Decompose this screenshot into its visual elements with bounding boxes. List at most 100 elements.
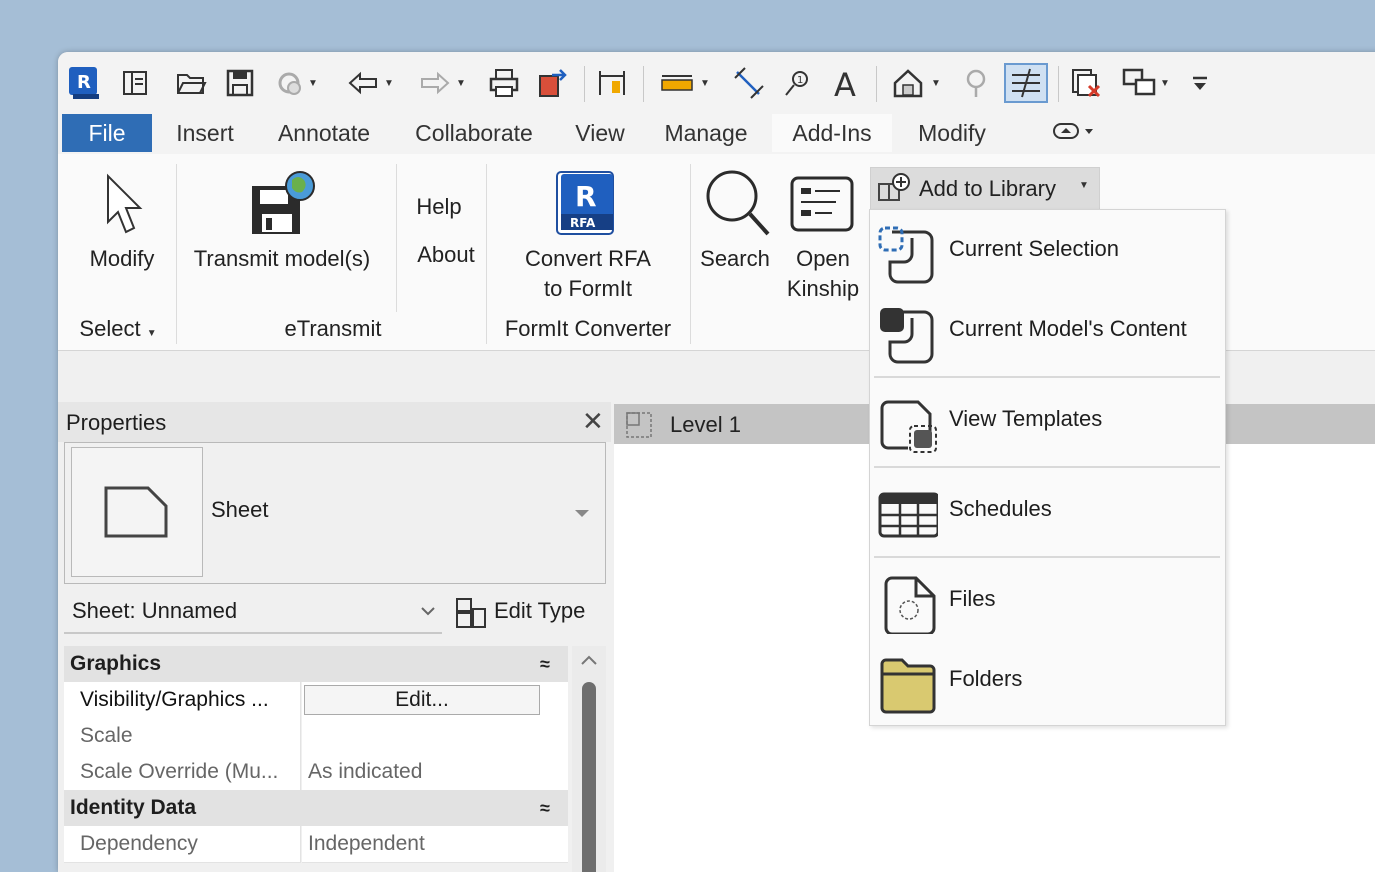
group-divider — [176, 164, 177, 344]
menu-item-label: Current Selection — [949, 236, 1119, 261]
property-value[interactable] — [302, 718, 568, 755]
add-to-library-button[interactable]: Add to Library ▼ — [870, 167, 1100, 211]
edit-type-button[interactable]: Edit Type — [450, 592, 600, 632]
modify-label: Modify — [89, 246, 155, 271]
group-divider — [690, 164, 691, 344]
tab-collaborate[interactable]: Collaborate — [402, 114, 546, 152]
type-selector[interactable]: Sheet — [64, 442, 606, 584]
sync-icon[interactable]: ▼ — [266, 68, 326, 98]
print-icon[interactable] — [484, 68, 524, 98]
select-group-dropdown[interactable]: Select ▼ — [68, 314, 168, 344]
kinship-panel-icon — [790, 176, 854, 232]
section-icon[interactable] — [956, 68, 996, 98]
category-identity-data[interactable]: Identity Data ≈ — [64, 790, 568, 826]
edit-type-icon — [456, 598, 486, 628]
tab-view[interactable]: View — [562, 114, 638, 152]
save-icon[interactable] — [222, 68, 258, 98]
open-folder-icon[interactable] — [173, 68, 209, 98]
toolbar-divider — [584, 66, 585, 102]
about-button[interactable]: About — [404, 240, 488, 270]
svg-text:A: A — [834, 66, 856, 100]
scroll-thumb[interactable] — [582, 682, 596, 872]
menu-item-schedules[interactable]: Schedules — [870, 474, 1225, 550]
svg-text:R: R — [77, 72, 91, 93]
instance-label: Sheet: Unnamed — [72, 598, 238, 623]
chevron-down-icon — [575, 510, 589, 517]
properties-title: Properties — [66, 410, 167, 435]
cursor-arrow-icon — [107, 173, 143, 234]
svg-text:R: R — [575, 180, 597, 213]
search-button[interactable]: Search — [696, 160, 774, 310]
sheet-icon — [104, 486, 168, 538]
view-tab-label: Level 1 — [670, 412, 741, 437]
menu-item-folders[interactable]: Folders — [870, 644, 1225, 720]
menu-item-view-templates[interactable]: View Templates — [870, 384, 1225, 460]
category-graphics-label: Graphics — [70, 652, 162, 675]
tag-icon[interactable]: 1 — [778, 68, 818, 98]
category-identity-label: Identity Data — [70, 796, 197, 819]
sheet-thumbnail — [71, 447, 203, 577]
aligned-dimension-icon[interactable] — [592, 68, 632, 98]
instance-filter[interactable]: Sheet: Unnamed — [64, 592, 442, 634]
tab-file[interactable]: File — [62, 114, 152, 152]
export-icon[interactable] — [532, 68, 572, 98]
property-value[interactable]: Independent — [302, 826, 568, 863]
collapse-icon: ≈ — [540, 654, 550, 674]
quick-access-toolbar: R ▼ ▼ ▼ ▼ 1 A ▼ ▼ — [58, 52, 1375, 112]
customize-toolbar-icon[interactable] — [1186, 68, 1214, 98]
transmit-label: Transmit model(s) — [193, 246, 371, 271]
convert-rfa-button[interactable]: R RFA Convert RFA to FormIt — [498, 160, 678, 310]
property-value-text: As indicated — [308, 760, 423, 783]
view-templates-icon — [880, 400, 937, 453]
formit-group-title: FormIt Converter — [504, 316, 672, 341]
tab-annotate[interactable]: Annotate — [262, 114, 386, 152]
text-icon[interactable]: A — [826, 66, 866, 100]
close-hidden-windows-icon[interactable] — [1066, 68, 1106, 98]
convert-label-line1: Convert RFA — [525, 246, 651, 271]
home-3d-icon[interactable]: ▼ — [884, 68, 948, 98]
tab-insert[interactable]: Insert — [164, 114, 246, 152]
property-label: Scale — [80, 724, 133, 747]
rfa-file-icon: R RFA — [556, 171, 614, 235]
ribbon-minimize-icon[interactable] — [1044, 114, 1104, 152]
recent-files-icon[interactable] — [118, 68, 152, 98]
rfa-badge: RFA — [570, 216, 596, 230]
type-name: Sheet — [211, 497, 269, 522]
visibility-edit-button[interactable]: Edit... — [304, 685, 540, 715]
menu-item-files[interactable]: Files — [870, 564, 1225, 640]
menu-item-current-model-content[interactable]: Current Model's Content — [870, 294, 1225, 370]
property-value: Edit... — [302, 682, 568, 719]
revit-logo-icon[interactable]: R — [66, 67, 106, 99]
chevron-down-icon — [421, 607, 435, 616]
toolbar-divider — [1058, 66, 1059, 102]
open-kinship-button[interactable]: Open Kinship — [780, 160, 866, 310]
switch-windows-icon[interactable]: ▼ — [1114, 68, 1178, 98]
category-graphics[interactable]: Graphics ≈ — [64, 646, 568, 682]
menu-divider — [874, 376, 1220, 378]
tab-add-ins[interactable]: Add-Ins — [772, 114, 892, 152]
redo-icon[interactable]: ▼ — [410, 68, 474, 98]
undo-icon[interactable]: ▼ — [340, 68, 400, 98]
modify-button[interactable]: Modify — [72, 160, 172, 310]
chevron-down-icon: ▼ — [1079, 180, 1089, 191]
transmit-models-button[interactable]: Transmit model(s) — [182, 160, 382, 310]
property-value-text: Independent — [308, 832, 425, 855]
measure-icon[interactable]: ▼ — [653, 68, 717, 98]
view-tab-level-1[interactable]: Level 1 — [614, 404, 864, 444]
tab-manage[interactable]: Manage — [654, 114, 758, 152]
scroll-up-icon[interactable] — [580, 654, 598, 666]
menu-item-label: Current Model's Content — [949, 316, 1187, 341]
aligned-tool-icon[interactable] — [728, 67, 768, 99]
help-button[interactable]: Help — [404, 192, 474, 222]
thin-lines-icon[interactable] — [1002, 63, 1050, 103]
property-label: Visibility/Graphics ... — [80, 688, 269, 711]
select-label: Select — [79, 316, 141, 341]
property-name: Scale — [64, 718, 301, 755]
close-icon[interactable]: ✕ — [582, 406, 604, 437]
menu-item-current-selection[interactable]: Current Selection — [870, 214, 1225, 290]
library-add-icon — [878, 173, 910, 201]
tab-modify[interactable]: Modify — [904, 114, 1000, 152]
properties-scrollbar[interactable] — [572, 646, 606, 872]
property-value[interactable]: As indicated — [302, 754, 568, 791]
model-content-icon — [880, 308, 934, 364]
